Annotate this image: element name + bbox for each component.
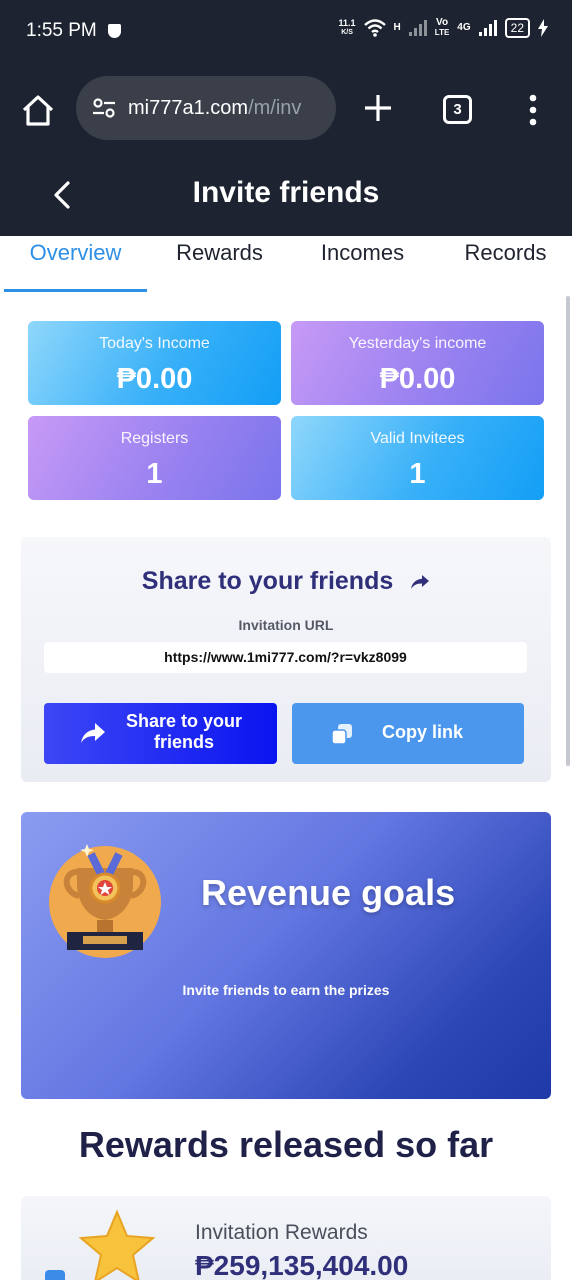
share-title: Share to your friends — [21, 567, 551, 596]
today-income-card: Today's Income ₱0.00 — [28, 321, 281, 405]
tab-records[interactable]: Records — [434, 240, 572, 266]
yesterday-income-label: Yesterday's income — [348, 335, 487, 352]
registers-value: 1 — [146, 458, 163, 490]
valid-invitees-label: Valid Invitees — [370, 430, 465, 447]
page-title: Invite friends — [192, 176, 380, 209]
volte-label: Vo LTE — [435, 18, 450, 38]
new-tab-icon[interactable] — [360, 90, 396, 126]
tab-overview[interactable]: Overview — [4, 240, 147, 266]
rewards-released-heading: Rewards released so far — [78, 1124, 494, 1165]
share-arrow-icon — [411, 575, 430, 590]
volte-bottom: LTE — [434, 28, 450, 37]
tab-rewards[interactable]: Rewards — [148, 240, 291, 266]
status-indicators: 11.1 K/S H Vo LTE 4G 22 — [339, 18, 548, 38]
tab-incomes[interactable]: Incomes — [291, 240, 434, 266]
share-panel: Share to your friends Invitation URL htt… — [21, 537, 551, 782]
page: 1:55 PM 11.1 K/S H Vo LTE 4G 22 mi777a1.… — [0, 0, 572, 1280]
share-title-text: Share to your friends — [141, 567, 394, 595]
star-icon — [78, 1209, 156, 1280]
shield-icon — [108, 24, 121, 38]
url-domain: mi777a1.com — [128, 96, 249, 119]
valid-invitees-card: Valid Invitees 1 — [291, 416, 544, 500]
volte-top: Vo — [436, 17, 449, 28]
more-menu-icon[interactable] — [526, 94, 540, 126]
status-bar: 1:55 PM 11.1 K/S H Vo LTE 4G 22 — [0, 0, 572, 62]
invitation-rewards-label: Invitation Rewards — [195, 1221, 368, 1244]
url-path: /m/inv — [248, 96, 302, 119]
registers-label: Registers — [120, 430, 189, 447]
url-text[interactable]: mi777a1.com/m/inv — [128, 97, 301, 120]
home-icon[interactable] — [18, 90, 58, 130]
battery-icon: 22 — [504, 18, 530, 38]
registers-card: Registers 1 — [28, 416, 281, 500]
net-h-label: H — [393, 22, 401, 33]
share-icon — [81, 723, 105, 743]
tab-switcher-button[interactable]: 3 — [443, 95, 472, 124]
trophy-icon — [49, 844, 161, 958]
decorative-chip — [45, 1270, 65, 1280]
invitation-url-field[interactable]: https://www.1mi777.com/?r=vkz8099 — [44, 642, 527, 673]
scrollbar[interactable] — [566, 296, 570, 766]
charging-icon — [538, 19, 548, 37]
wifi-icon — [363, 19, 386, 37]
share-button-label: Share to your friends — [125, 711, 243, 752]
tab-bar: Overview Rewards Incomes Records — [0, 236, 572, 292]
copy-icon — [331, 724, 352, 745]
invitation-rewards-card: Invitation Rewards ₱259,135,404.00 — [21, 1196, 551, 1280]
signal-icon-2 — [478, 20, 497, 36]
yesterday-income-card: Yesterday's income ₱0.00 — [291, 321, 544, 405]
copy-button-label: Copy link — [382, 722, 464, 742]
yesterday-income-value: ₱0.00 — [379, 363, 456, 395]
revenue-goals-subtitle: Invite friends to earn the prizes — [182, 982, 390, 998]
net-speed-unit: K/S — [341, 29, 353, 36]
net-speed-value: 11.1 — [338, 18, 356, 28]
status-time: 1:55 PM — [26, 20, 97, 41]
active-tab-indicator — [4, 289, 147, 292]
today-income-label: Today's Income — [99, 335, 210, 352]
site-settings-icon[interactable] — [90, 94, 118, 122]
invitation-url-label: Invitation URL — [238, 617, 334, 633]
today-income-value: ₱0.00 — [116, 363, 193, 395]
share-to-friends-button[interactable]: Share to your friends — [44, 703, 277, 764]
net-4g-label: 4G — [457, 22, 471, 33]
browser-toolbar: mi777a1.com/m/inv 3 — [0, 62, 572, 156]
invitation-rewards-value: ₱259,135,404.00 — [195, 1250, 409, 1280]
address-bar[interactable]: mi777a1.com/m/inv — [76, 76, 336, 140]
net-speed: 11.1 K/S — [339, 19, 356, 37]
app-header: Invite friends — [0, 156, 572, 236]
valid-invitees-value: 1 — [409, 458, 426, 490]
copy-link-button[interactable]: Copy link — [292, 703, 524, 764]
signal-icon — [408, 20, 427, 36]
revenue-goals-title: Revenue goals — [201, 872, 456, 913]
revenue-goals-banner[interactable]: Revenue goals Invite friends to earn the… — [21, 812, 551, 1099]
